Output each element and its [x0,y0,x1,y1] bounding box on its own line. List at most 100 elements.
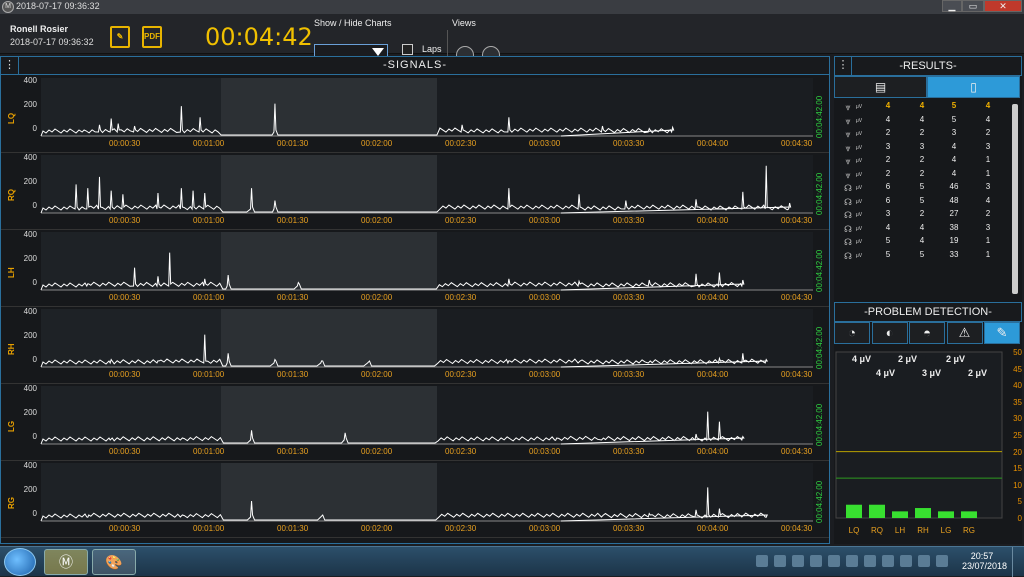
tab-quarter-circle-icon[interactable]: ◔ [834,322,870,344]
tab-half-circle-icon[interactable]: ◐ [871,322,908,344]
tray-icon[interactable] [900,555,912,567]
minimize-button[interactable]: ▁ [942,0,962,12]
result-value: 2 [919,128,925,137]
title-bar: M 2018-07-17 09:36:32 ▁ ▭ ✕ [0,0,1024,14]
y-tick-label: 200 [23,485,37,494]
x-tick-label: 00:03:30 [613,293,645,302]
plot-region [41,309,221,367]
results-row[interactable]: ⩔ μV 2 2 4 1 [834,154,1014,168]
tray-icon[interactable] [882,555,894,567]
results-row[interactable]: ☊ μV 6 5 48 4 [834,195,1014,209]
x-tick-label: 00:01:30 [277,447,309,456]
tray-icon[interactable] [828,555,840,567]
tray-icon[interactable] [918,555,930,567]
y-tick-label: 200 [23,331,37,340]
plot-region [437,232,813,290]
plot-region [41,463,221,521]
y-tick-label: 400 [23,307,37,316]
close-button[interactable]: ✕ [984,0,1022,12]
channel-label: LH [7,267,16,278]
results-row[interactable]: ⩔ μV 4 4 5 4 [834,114,1014,128]
results-row[interactable]: ☊ μV 4 4 38 3 [834,222,1014,236]
problem-header: -PROBLEM DETECTION- [834,302,1022,322]
signals-menu-button[interactable]: ⋮ [1,57,19,75]
tray-icon[interactable] [810,555,822,567]
result-value: 4 [985,195,991,205]
plot-region [41,386,221,444]
y-tick-label: 35 [1013,397,1022,407]
value-label: 2 μV [898,354,918,364]
results-row[interactable]: ☊ μV 6 5 46 3 [834,181,1014,195]
tab-half-circle-top-icon[interactable]: ◓ [909,322,945,344]
maximize-button[interactable]: ▭ [962,0,984,12]
x-tick-label: 00:01:00 [193,524,225,533]
results-title: -RESULTS- [899,60,957,72]
y-tick-label: 50 [1013,348,1022,357]
tab-results-page[interactable]: ▯ [927,76,1020,98]
x-tick-label: 00:04:30 [781,293,813,302]
x-tick-label: 00:03:30 [613,370,645,379]
result-value: 3 [885,209,891,218]
taskbar-app-mtracker[interactable]: Ⓜ [44,549,88,575]
report-icon[interactable]: ✎ [110,26,130,48]
results-row[interactable]: ⩔ μV 3 3 4 3 [834,141,1014,155]
y-tick-label: 200 [23,177,37,186]
x-tick-label: 00:01:30 [277,293,309,302]
app-logo-icon: Ⓜ [59,554,73,570]
results-row[interactable]: ⩔ μV 4 4 5 4 [834,100,1014,114]
x-tick-label: 00:03:30 [613,447,645,456]
result-value: 3 [951,128,957,137]
signals-title: -SIGNALS- [382,59,447,71]
results-row[interactable]: ⩔ μV 2 2 4 1 [834,168,1014,182]
tab-edit-icon[interactable]: ✎ [984,322,1020,344]
tray-icon[interactable] [792,555,804,567]
y-tick-label: 400 [23,384,37,393]
pdf-icon[interactable]: PDF [142,26,162,48]
x-tick-label: 00:04:30 [781,524,813,533]
plot-region-highlight [221,463,437,521]
tray-icon[interactable] [936,555,948,567]
show-desktop-button[interactable] [1012,547,1024,577]
result-value: 6 [885,195,891,205]
results-row[interactable]: ⩔ μV 2 2 3 2 [834,127,1014,141]
start-button[interactable] [4,548,36,576]
tray-icon[interactable] [756,555,768,567]
y-tick-label: 10 [1013,480,1022,490]
value-label: 4 μV [852,354,872,364]
taskbar-clock[interactable]: 20:57 23/07/2018 [962,551,1008,571]
result-value: 5 [919,182,925,191]
result-value: 4 [885,114,891,124]
y-tick-label: 45 [1013,364,1022,374]
views-label: Views [452,18,476,28]
result-value: 38 [949,222,959,232]
result-value: 4 [885,101,891,110]
tab-warning-icon[interactable]: ⚠ [946,322,983,344]
tab-results-document[interactable]: ▤ [834,76,927,98]
tray-icon[interactable] [846,555,858,567]
duration-label: 00:04:42.00 [815,249,824,292]
tray-icon[interactable] [864,555,876,567]
result-value: 5 [885,236,891,245]
x-tick-label: 00:02:00 [361,139,393,148]
results-menu-button[interactable]: ⋮ [834,57,852,75]
laps-checkbox[interactable] [402,44,413,55]
results-scrollbar[interactable] [1012,104,1018,294]
result-value: 4 [951,168,957,178]
y-tick-label: 0 [32,355,37,364]
result-value: 1 [985,168,991,178]
x-tick-label: 00:01:00 [193,139,225,148]
tray-icon[interactable] [774,555,786,567]
plot-region-highlight [221,386,437,444]
result-value: 3 [985,182,991,191]
session-date: 2018-07-17 09:36:32 [10,37,94,47]
plot-region-highlight [221,155,437,213]
x-tick-label: 00:00:30 [109,447,141,456]
result-value: 4 [985,114,991,124]
results-row[interactable]: ☊ μV 5 5 33 1 [834,249,1014,263]
laps-label: Laps [422,44,442,54]
x-tick-label: 00:03:30 [613,139,645,148]
results-row[interactable]: ☊ μV 5 4 19 1 [834,235,1014,249]
taskbar-app-paint[interactable]: 🎨 [92,549,136,575]
clock-date: 23/07/2018 [962,561,1008,571]
results-row[interactable]: ☊ μV 3 2 27 2 [834,208,1014,222]
